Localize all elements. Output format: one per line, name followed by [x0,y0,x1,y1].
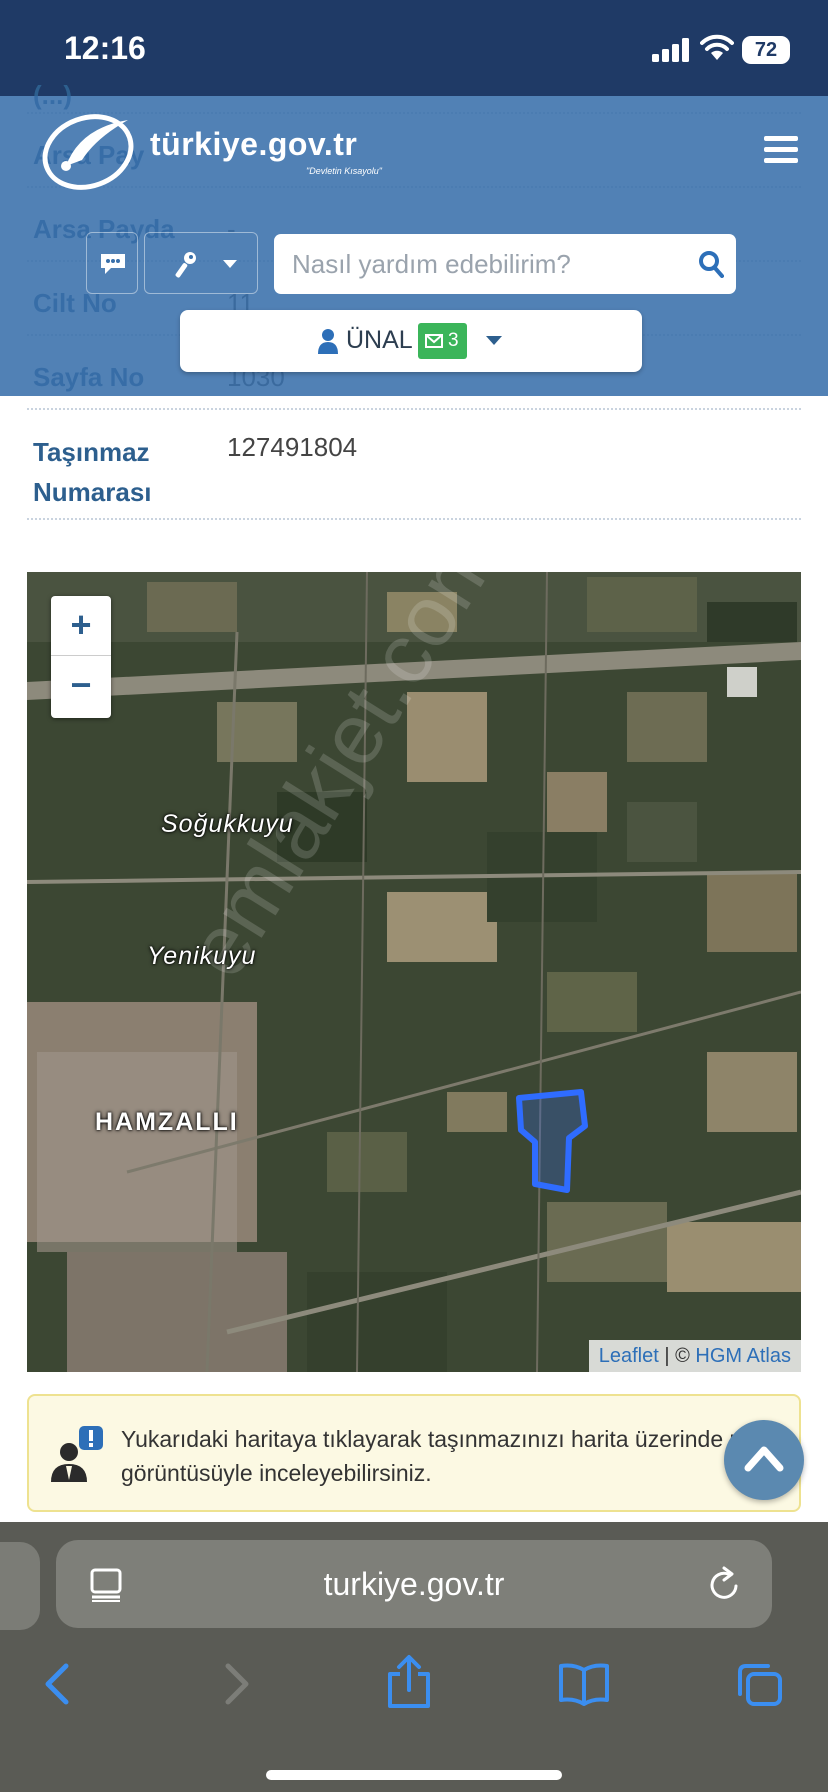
tabs-icon[interactable] [736,1662,784,1708]
site-tagline: "Devletin Kısayolu" [306,166,382,176]
key-icon [175,252,196,278]
browser-toolbar: turkiye.gov.tr [0,1522,828,1792]
previous-tab-preview[interactable] [0,1542,40,1630]
chevron-down-icon [486,336,502,345]
battery-indicator: 72 [742,36,790,64]
hamburger-menu-icon[interactable] [764,136,798,166]
user-icon [318,329,338,354]
zoom-out-button[interactable]: − [51,656,111,716]
user-info-icon [51,1426,103,1482]
share-icon[interactable] [386,1654,432,1710]
search-input[interactable] [292,244,672,284]
hgm-atlas-link[interactable]: HGM Atlas [695,1345,791,1367]
address-bar[interactable]: turkiye.gov.tr [56,1540,772,1628]
search-bar[interactable] [274,234,736,294]
chevron-down-icon [223,260,237,268]
reload-icon[interactable] [708,1566,742,1602]
map-attribution: Leaflet | © HGM Atlas [588,1340,801,1372]
chat-button[interactable] [86,232,138,294]
map-label-sogukkuyu: Soğukkuyu [161,810,294,838]
back-icon[interactable] [40,1662,76,1706]
map-label-yenikuyu: Yenikuyu [147,942,257,970]
leaflet-link[interactable]: Leaflet [599,1345,659,1367]
attribution-separator: | © [658,1345,696,1367]
map-label-hamzalli: HAMZALLI [95,1108,239,1136]
info-text: Yukarıdaki haritaya tıklayarak taşınmazı… [121,1426,780,1486]
search-icon[interactable] [698,250,724,278]
user-name: ÜNAL [346,326,413,354]
row-key: Taşınmaz Numarası [33,437,152,507]
login-key-button[interactable] [144,232,258,294]
url-text: turkiye.gov.tr [323,1566,505,1602]
envelope-icon [425,334,443,348]
logo-swoosh-icon [42,114,134,190]
wifi-icon [700,34,734,60]
site-logo[interactable]: türkiye.gov.tr "Devletin Kısayolu" [36,108,396,194]
site-brand: türkiye.gov.tr [150,126,358,162]
row-value: 127491804 [227,432,358,462]
zoom-control: + − [51,596,111,718]
status-time: 12:16 [64,30,146,66]
info-alert: Yukarıdaki haritaya tıklayarak taşınmazı… [27,1394,801,1512]
table-row: Taşınmaz Numarası 127491804 [27,410,801,520]
message-count: 3 [448,330,459,351]
parcel-map[interactable]: emlakjet.com + − Soğukkuyu Yenikuyu HAMZ… [27,572,801,1372]
zoom-in-button[interactable]: + [51,596,111,656]
status-bar: 12:16 72 [0,0,828,96]
chat-bubble-icon [101,254,125,274]
user-menu-button[interactable]: ÜNAL 3 [180,310,642,372]
bookmarks-icon[interactable] [558,1662,610,1706]
home-indicator[interactable] [266,1770,562,1780]
cellular-signal-icon [652,38,689,62]
chevron-up-icon [744,1446,784,1472]
message-badge[interactable]: 3 [418,323,467,359]
scroll-top-button[interactable] [724,1420,804,1500]
forward-icon[interactable] [218,1662,254,1706]
